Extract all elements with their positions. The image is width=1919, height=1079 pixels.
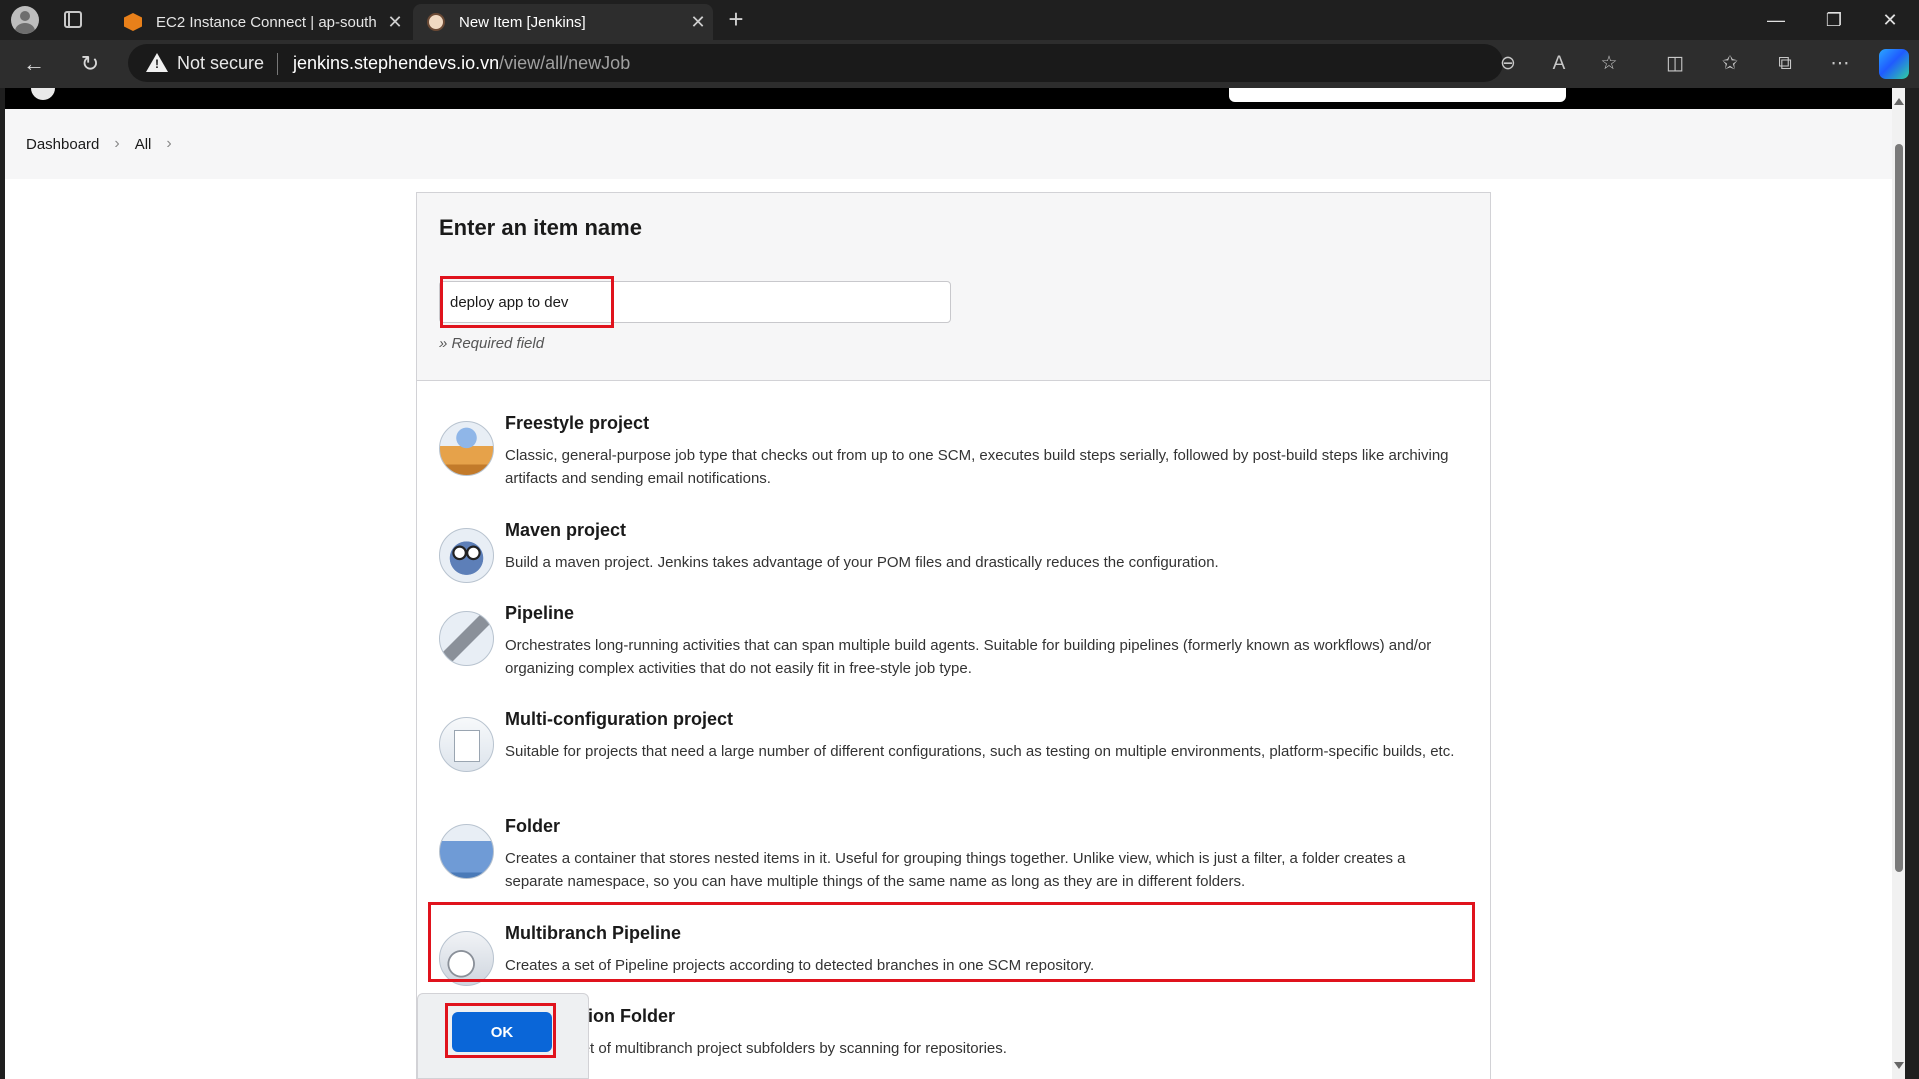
- refresh-icon[interactable]: ↻: [76, 50, 104, 78]
- scroll-down-arrow-icon[interactable]: [1894, 1062, 1904, 1069]
- breadcrumb-dashboard[interactable]: Dashboard: [26, 136, 99, 153]
- minimize-icon[interactable]: —: [1753, 6, 1799, 34]
- tab-ec2-instance-connect[interactable]: EC2 Instance Connect | ap-south ✕: [110, 4, 410, 40]
- maven-project-icon: [439, 528, 494, 583]
- favorite-star-icon[interactable]: ☆: [1595, 50, 1623, 78]
- zoom-out-icon[interactable]: ⊖: [1494, 50, 1522, 78]
- item-type-description: Build a maven project. Jenkins takes adv…: [505, 554, 1219, 571]
- read-aloud-icon[interactable]: A: [1545, 50, 1573, 78]
- split-screen-icon[interactable]: ◫: [1661, 50, 1689, 78]
- page-scrollbar[interactable]: [1892, 88, 1905, 1079]
- url-host: jenkins.stephendevs.io.vn: [293, 53, 500, 73]
- more-options-icon[interactable]: ⋯: [1826, 50, 1854, 78]
- item-type-description: Classic, general-purpose job type that c…: [505, 447, 1449, 487]
- item-type-title: Folder: [505, 816, 561, 836]
- item-type-description: Creates a container that stores nested i…: [505, 850, 1406, 890]
- warning-icon[interactable]: [146, 53, 168, 72]
- annotation-box-item-name: [440, 276, 614, 328]
- url-path: /view/all/newJob: [499, 53, 631, 73]
- restore-icon[interactable]: ❐: [1811, 6, 1857, 34]
- item-name-heading: Enter an item name: [439, 215, 642, 240]
- tab-actions-icon[interactable]: [64, 11, 82, 28]
- aws-icon: [124, 13, 142, 31]
- jenkins-header: [5, 88, 1897, 109]
- item-type-title: Freestyle project: [505, 413, 650, 433]
- back-arrow-icon[interactable]: ←: [20, 50, 48, 78]
- required-field-note: » Required field: [439, 335, 545, 352]
- annotation-box-ok: [445, 1003, 556, 1058]
- multi-configuration-icon: [439, 717, 494, 772]
- url-divider: [277, 53, 278, 75]
- item-type-description: Creates a set of multibranch project sub…: [505, 1040, 1007, 1057]
- item-type-title: Maven project: [505, 520, 627, 540]
- url-text[interactable]: jenkins.stephendevs.io.vn/view/all/newJo…: [293, 53, 630, 74]
- collections-icon[interactable]: ⧉: [1771, 50, 1799, 78]
- jenkins-logo-icon[interactable]: [31, 88, 55, 100]
- breadcrumb-all[interactable]: All: [135, 136, 152, 153]
- browser-tab-bar: EC2 Instance Connect | ap-south ✕ New It…: [0, 0, 1919, 40]
- item-type-description: Suitable for projects that need a large …: [505, 743, 1455, 760]
- close-icon[interactable]: ✕: [683, 12, 713, 33]
- new-tab-button[interactable]: +: [722, 6, 750, 34]
- item-type-title: Multi-configuration project: [505, 709, 733, 729]
- chevron-right-icon[interactable]: ›: [166, 135, 171, 153]
- tab-title: New Item [Jenkins]: [459, 13, 586, 31]
- scrollbar-thumb[interactable]: [1895, 144, 1903, 872]
- chevron-right-icon[interactable]: ›: [114, 135, 119, 153]
- close-icon[interactable]: ✕: [380, 12, 410, 33]
- item-type-description: Orchestrates long-running activities tha…: [505, 637, 1432, 677]
- security-status[interactable]: Not secure: [177, 53, 264, 74]
- annotation-box-multibranch: [428, 902, 1475, 982]
- breadcrumb: Dashboard › All ›: [5, 109, 1897, 179]
- address-bar: ← ↻ Not secure jenkins.stephendevs.io.vn…: [0, 40, 1919, 88]
- scroll-up-arrow-icon[interactable]: [1894, 98, 1904, 105]
- profile-avatar-icon[interactable]: [11, 6, 39, 34]
- pipeline-icon: [439, 611, 494, 666]
- jenkins-search-box[interactable]: [1229, 88, 1566, 102]
- item-type-title: Pipeline: [505, 603, 575, 623]
- folder-icon: [439, 824, 494, 879]
- jenkins-icon: [427, 13, 445, 31]
- freestyle-project-icon: [439, 421, 494, 476]
- window-frame: [1905, 88, 1919, 1079]
- window-close-icon[interactable]: ✕: [1867, 6, 1913, 34]
- copilot-icon[interactable]: [1879, 49, 1909, 79]
- tab-title: EC2 Instance Connect | ap-south: [156, 13, 377, 31]
- tab-new-item-jenkins[interactable]: New Item [Jenkins] ✕: [413, 4, 713, 40]
- favorites-icon[interactable]: ✩: [1716, 50, 1744, 78]
